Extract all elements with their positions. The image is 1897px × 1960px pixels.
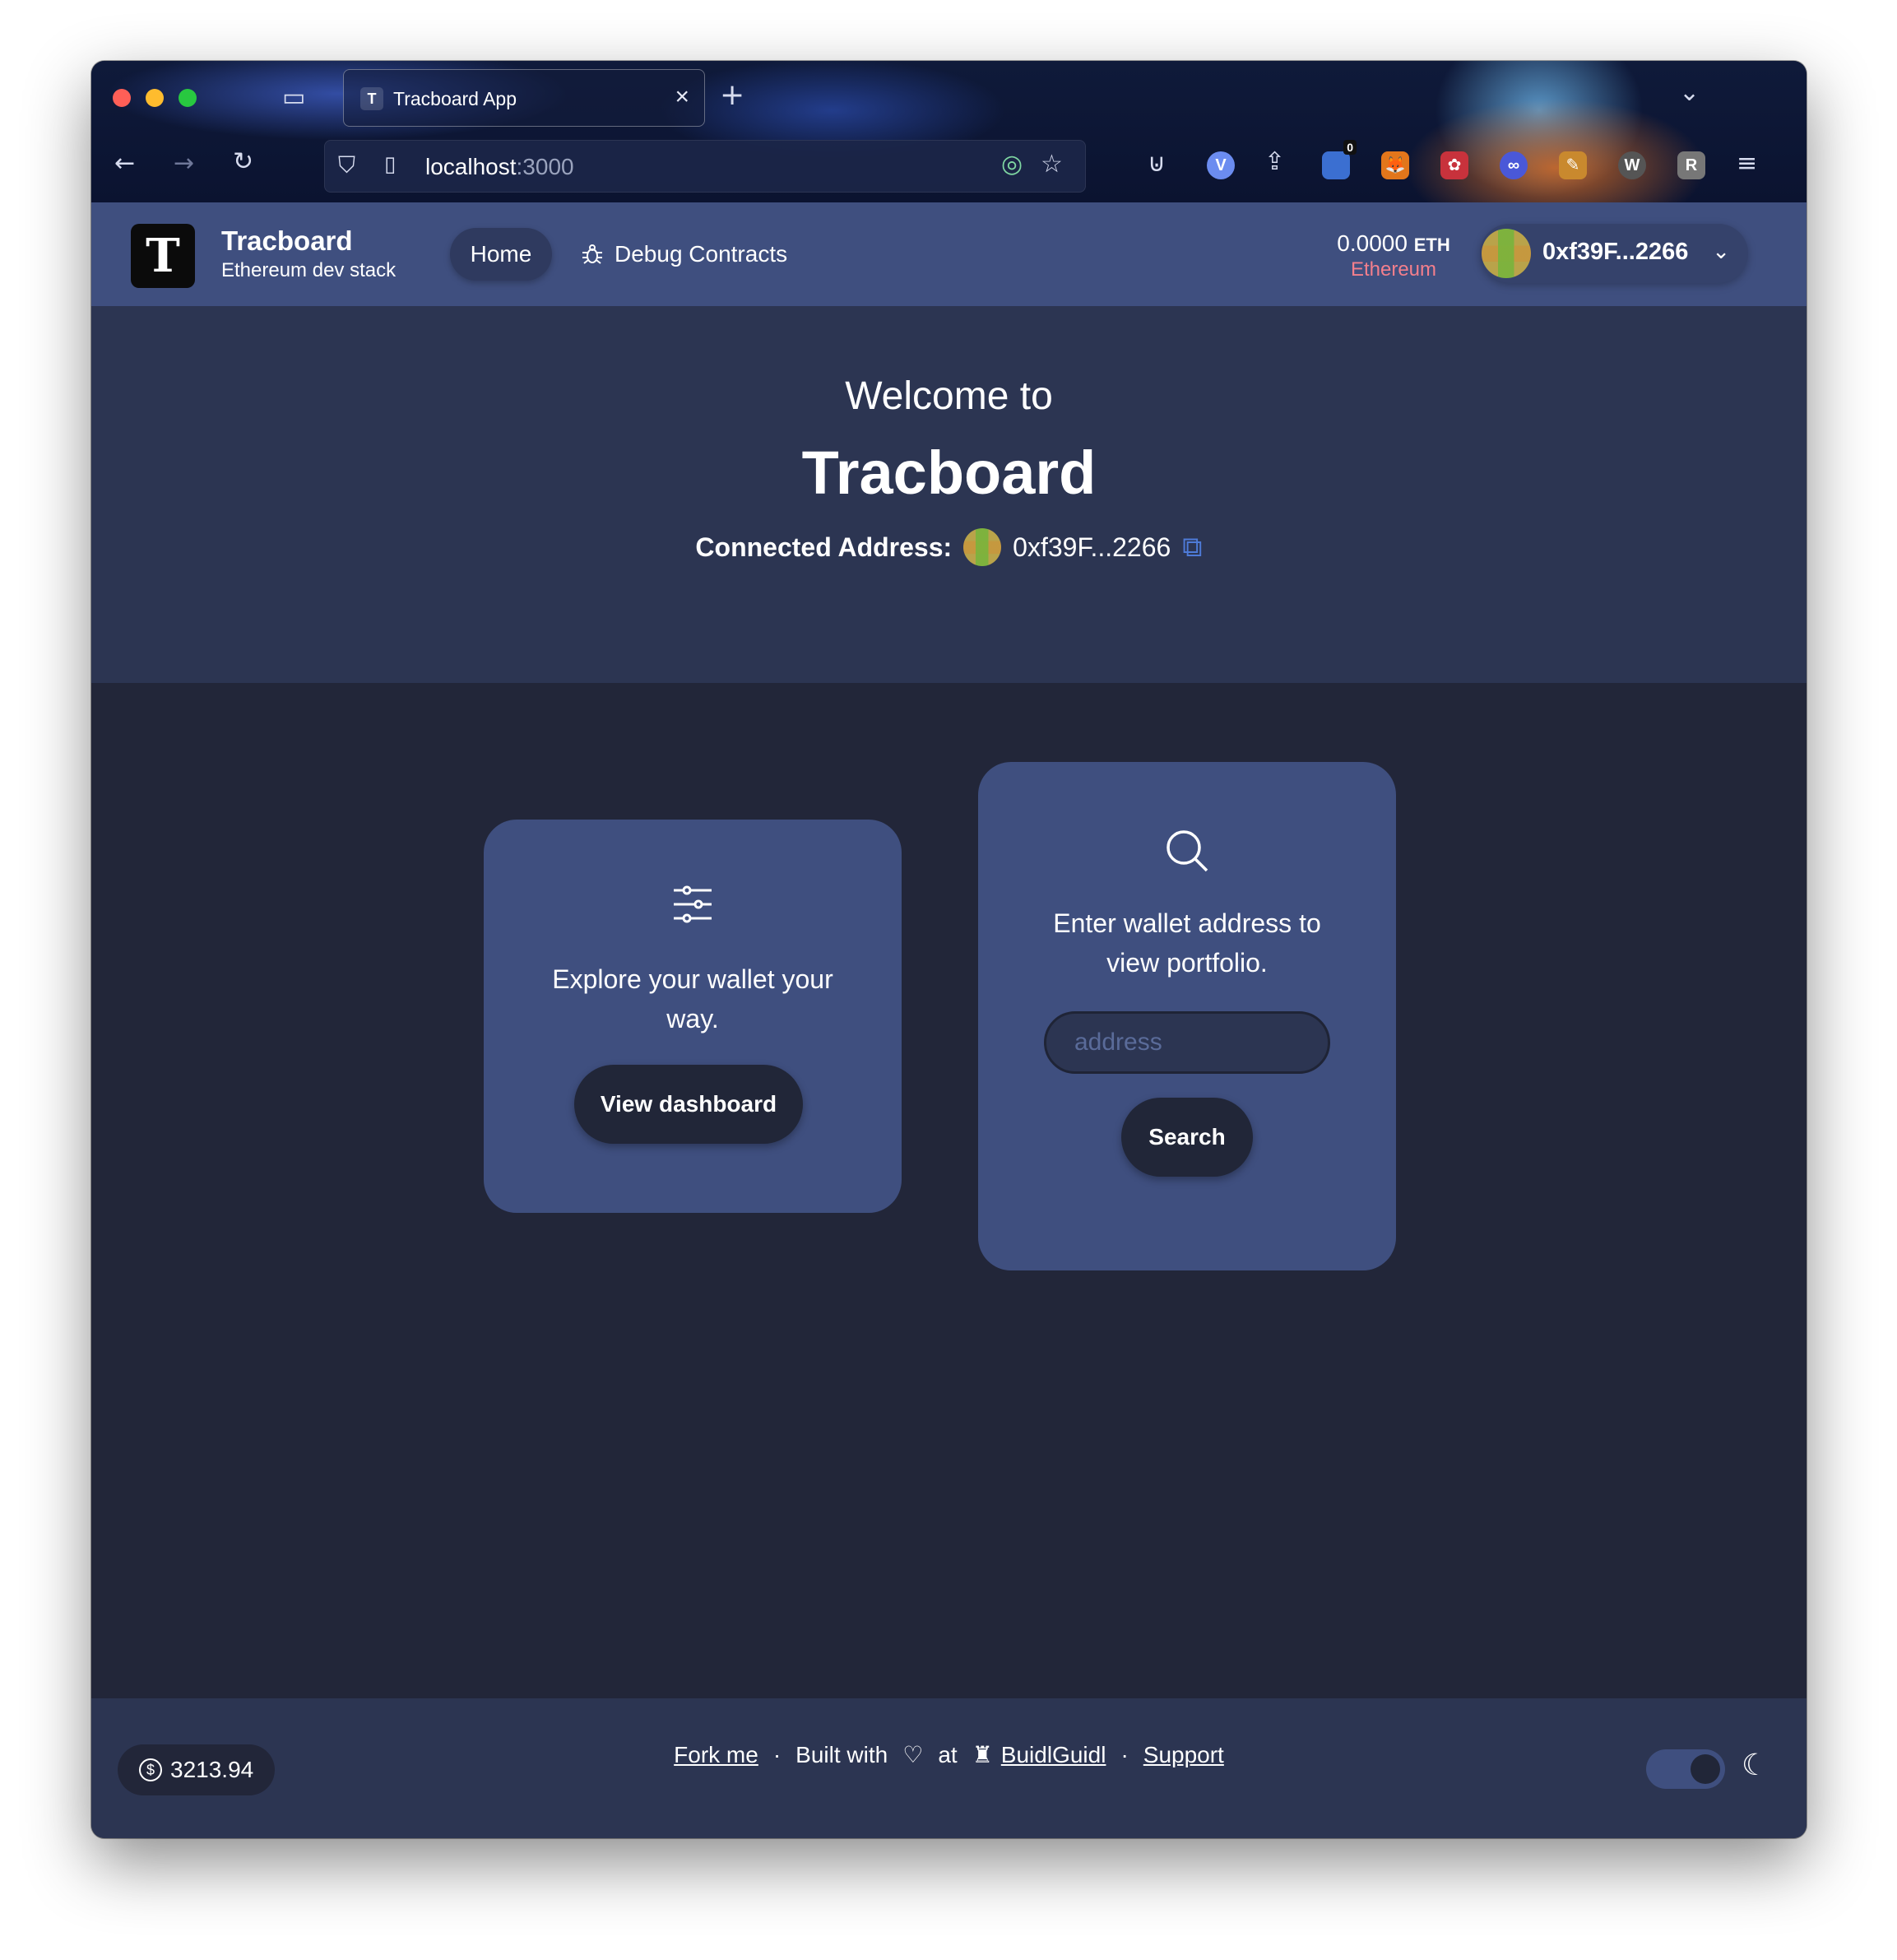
eth-balance: 0.0000 ETH: [1332, 230, 1455, 257]
dashboard-card-text: Explore your wallet your way.: [552, 964, 833, 1033]
connected-address-row: Connected Address: 0xf39F...2266 ⧉: [91, 528, 1807, 566]
tracboard-logo[interactable]: T: [131, 224, 195, 288]
search-button[interactable]: Search: [1121, 1098, 1253, 1177]
nav-debug-label: Debug Contracts: [615, 241, 788, 267]
pocket-icon[interactable]: ⊍: [1148, 151, 1166, 176]
welcome-text: Welcome to: [845, 374, 1053, 418]
support-link[interactable]: Support: [1143, 1742, 1224, 1768]
tab-overview-icon[interactable]: ▭: [282, 86, 305, 110]
bug-icon: [582, 244, 602, 264]
url-text[interactable]: localhost:3000: [425, 154, 574, 180]
close-window-button[interactable]: [113, 89, 131, 107]
search-card-text: Enter wallet address to view portfolio.: [1053, 908, 1321, 978]
footer-links: Fork me · Built with ♡ at ♜ BuidlGuidl ·…: [91, 1741, 1807, 1768]
account-dropdown-button[interactable]: 0xf39F...2266 ⌄: [1480, 224, 1748, 283]
page-title: Tracboard: [801, 439, 1097, 507]
tab-list-chevron-icon[interactable]: ⌄: [1679, 81, 1700, 105]
tracking-icon[interactable]: ◎: [1001, 152, 1023, 177]
buidlguidl-link[interactable]: BuidlGuidl: [1001, 1742, 1106, 1768]
browser-chrome: ▭ T Tracboard App × + ⌄ ← → ↻ ⛉ ▯ localh…: [91, 61, 1807, 202]
nav-home[interactable]: Home: [450, 228, 552, 281]
network-name: Ethereum: [1350, 258, 1437, 281]
built-with-text: Built with: [795, 1741, 888, 1767]
browser-tab[interactable]: T Tracboard App ×: [343, 69, 705, 127]
chevron-down-icon: ⌄: [1712, 239, 1730, 263]
connected-address[interactable]: 0xf39F...2266: [1013, 532, 1171, 563]
red-extension-icon[interactable]: ✿: [1440, 151, 1468, 179]
forward-icon[interactable]: →: [174, 151, 194, 176]
vpn-extension-icon[interactable]: V: [1207, 151, 1235, 179]
view-dashboard-button[interactable]: View dashboard: [574, 1065, 803, 1144]
balance-unit: ETH: [1413, 235, 1450, 255]
page-icon: ▯: [384, 152, 397, 177]
search-icon: [978, 828, 1396, 878]
sliders-icon: [484, 885, 902, 927]
castle-icon: ♜: [972, 1742, 993, 1767]
bookmark-star-icon[interactable]: ☆: [1041, 152, 1063, 177]
footer: $ 3213.94 Fork me · Built with ♡ at ♜ Bu…: [91, 1698, 1807, 1838]
avatar: [1482, 229, 1531, 278]
separator-dot: ·: [1120, 1741, 1129, 1767]
connected-label: Connected Address:: [695, 532, 953, 562]
notification-extension-icon[interactable]: 0: [1322, 140, 1357, 179]
heart-icon: ♡: [902, 1742, 924, 1767]
w-extension-icon[interactable]: W: [1618, 151, 1646, 179]
toggle-knob: [1691, 1754, 1720, 1784]
brand-subtitle: Ethereum dev stack: [221, 259, 397, 281]
r-extension-icon[interactable]: R: [1677, 151, 1705, 179]
brand-title[interactable]: Tracboard: [221, 225, 353, 257]
balance-amount: 0.0000: [1337, 230, 1408, 256]
connected-avatar: [963, 528, 1002, 566]
shield-icon[interactable]: ⛉: [338, 154, 355, 177]
maximize-window-button[interactable]: [179, 89, 197, 107]
share-icon[interactable]: ⇪: [1264, 150, 1285, 174]
reload-icon[interactable]: ↻: [233, 150, 253, 174]
address-input[interactable]: [1044, 1011, 1330, 1074]
hero-section: Welcome to Tracboard Connected Address: …: [91, 306, 1807, 683]
moon-icon: ☾: [1742, 1748, 1769, 1781]
fork-me-link[interactable]: Fork me: [674, 1742, 758, 1768]
search-card: Enter wallet address to view portfolio. …: [978, 762, 1396, 1270]
tab-close-icon[interactable]: ×: [675, 83, 689, 111]
nav-debug-contracts[interactable]: Debug Contracts: [582, 228, 787, 281]
minimize-window-button[interactable]: [146, 89, 164, 107]
brush-extension-icon[interactable]: ✎: [1559, 151, 1587, 179]
separator-dot: ·: [772, 1741, 782, 1767]
app-header: T Tracboard Ethereum dev stack Home Debu…: [91, 202, 1807, 306]
at-text: at: [938, 1741, 958, 1767]
tab-favicon-icon: T: [360, 87, 383, 110]
notification-badge: 0: [1343, 140, 1357, 155]
tab-title: Tracboard App: [393, 88, 517, 109]
address-bar[interactable]: ⛉ ▯ localhost:3000 ◎ ☆: [324, 140, 1086, 193]
theme-toggle[interactable]: [1646, 1749, 1725, 1789]
browser-window: ▭ T Tracboard App × + ⌄ ← → ↻ ⛉ ▯ localh…: [91, 61, 1807, 1838]
dashboard-card: Explore your wallet your way. View dashb…: [484, 820, 902, 1213]
account-address: 0xf39F...2266: [1542, 239, 1689, 265]
link-extension-icon[interactable]: ∞: [1500, 151, 1528, 179]
new-tab-icon[interactable]: +: [720, 81, 744, 110]
back-icon[interactable]: ←: [114, 151, 135, 176]
copy-icon[interactable]: ⧉: [1182, 532, 1202, 564]
metamask-icon[interactable]: 🦊: [1381, 151, 1409, 179]
menu-icon[interactable]: ≡: [1737, 151, 1757, 176]
